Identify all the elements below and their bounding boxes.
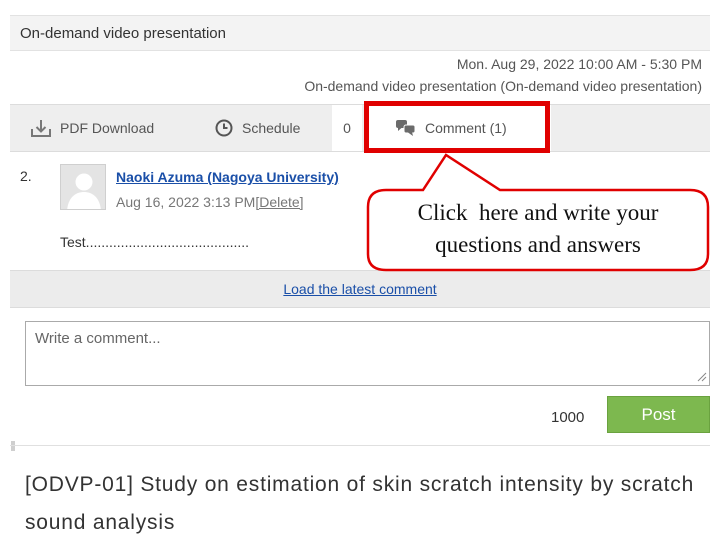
pdf-download-button[interactable]: PDF Download: [30, 105, 154, 151]
comment-highlight-box: [364, 101, 550, 153]
session-type: On-demand video presentation (On-demand …: [304, 78, 702, 94]
load-latest-comment-link[interactable]: Load the latest comment: [283, 281, 436, 297]
paper-title[interactable]: [ODVP-01] Study on estimation of skin sc…: [25, 466, 705, 535]
clock-icon: [214, 118, 234, 138]
callout-line-2: questions and answers: [435, 232, 641, 257]
delete-comment-link[interactable]: [Delete]: [255, 194, 303, 210]
presentation-header: On-demand video presentation: [10, 15, 710, 51]
comment-author-link[interactable]: Naoki Azuma (Nagoya University): [116, 169, 339, 185]
schedule-label: Schedule: [242, 120, 301, 136]
comment-input[interactable]: [25, 321, 710, 386]
comment-date-text: Aug 16, 2022 3:13 PM: [116, 194, 256, 210]
load-latest-bar: Load the latest comment: [10, 270, 710, 308]
comment-body: Test....................................…: [60, 234, 250, 250]
schedule-count: 0: [332, 105, 362, 151]
callout-line-1: Click here and write your: [417, 200, 659, 225]
header-title: On-demand video presentation: [20, 25, 226, 42]
callout-text: Click here and write your questions and …: [370, 197, 706, 261]
avatar: [60, 164, 106, 210]
comment-number: 2.: [20, 168, 32, 184]
character-limit-count: 1000: [551, 409, 585, 426]
avatar-placeholder-icon: [61, 165, 105, 209]
divider-marker: [11, 441, 15, 451]
session-date-time: Mon. Aug 29, 2022 10:00 AM - 5:30 PM: [456, 56, 702, 72]
action-toolbar: PDF Download Schedule 0 Comment (1): [10, 104, 710, 152]
section-divider: [10, 445, 710, 446]
pdf-download-label: PDF Download: [60, 120, 155, 136]
post-button[interactable]: Post: [607, 396, 710, 433]
schedule-button[interactable]: Schedule: [214, 105, 300, 151]
comment-date: Aug 16, 2022 3:13 PM[Delete]: [116, 194, 304, 210]
resize-grip-icon[interactable]: [697, 372, 707, 382]
pdf-download-icon: [30, 118, 52, 138]
